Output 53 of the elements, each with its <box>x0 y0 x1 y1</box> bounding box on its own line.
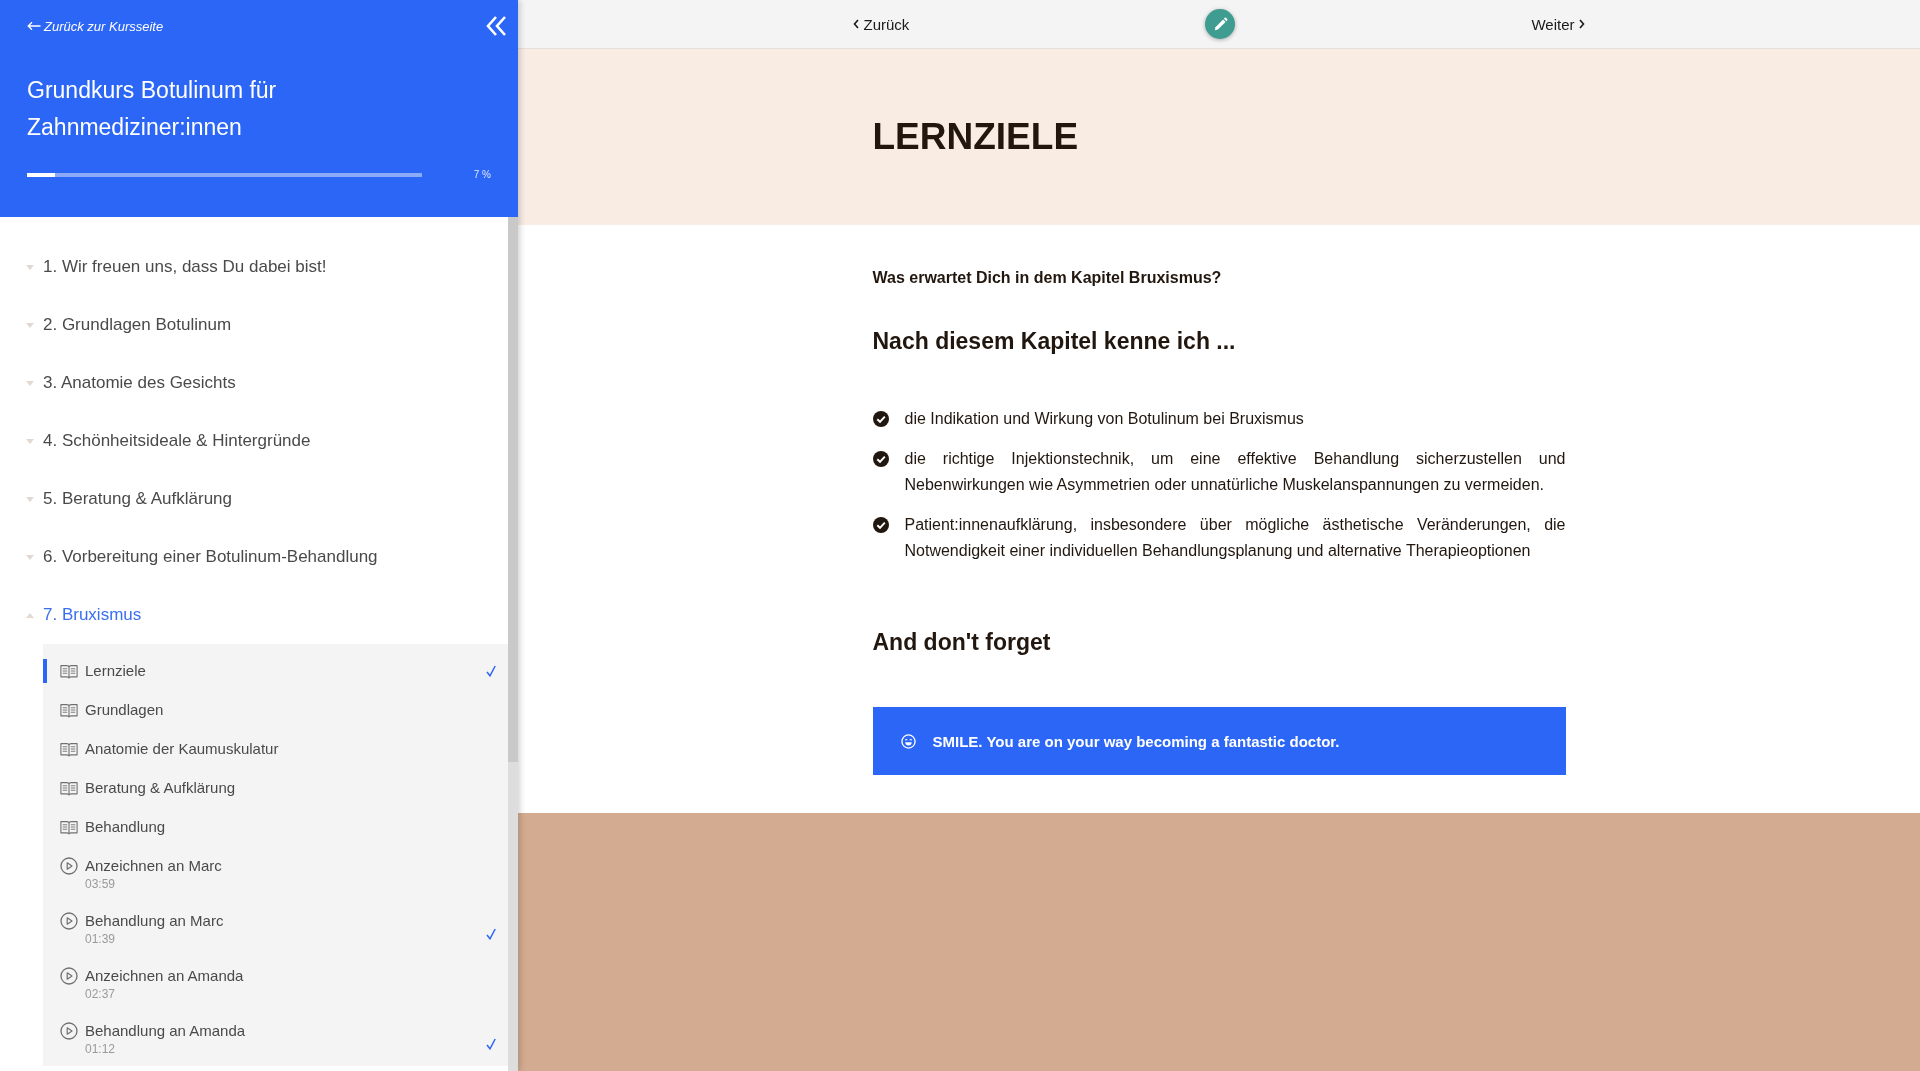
lesson-item[interactable]: Behandlung <box>43 807 508 846</box>
duration-label: 02:37 <box>85 986 117 1002</box>
goal-text: die Indikation und Wirkung von Botulinum bei Bruxismus <box>904 409 1305 429</box>
page-title: LERNZIELE <box>872 115 1079 159</box>
duration-label: 03:59 <box>85 876 117 892</box>
duration-label: 01:39 <box>85 931 117 947</box>
lesson-item[interactable]: Grundlagen <box>43 690 508 729</box>
chapter-item[interactable]: 7. Bruxismus <box>0 586 508 644</box>
goal-text: die richtige Injektionstechnik, um eine effektive Behandlung sicherzustellen und Nebenwirkungen wie Asymmetrien oder unnatürliche Muskelanspannungen zu vermeiden. <box>904 449 1566 495</box>
chapter-item[interactable]: 2. Grundlagen Botulinum <box>0 296 508 354</box>
section-heading: Nach diesem Kapitel kenne ich ... <box>872 327 1236 356</box>
book-icon <box>60 818 78 835</box>
lesson-item[interactable]: Anzeichnen an Marc 03:59 <box>43 846 508 901</box>
play-circle-icon <box>60 967 78 985</box>
book-icon <box>60 701 78 718</box>
chevron-right-icon <box>1579 19 1586 29</box>
chapter-item[interactable]: 6. Vorbereitung einer Botulinum-Behandlung <box>0 528 508 586</box>
chapter-item[interactable]: 5. Beratung & Aufklärung <box>0 470 508 528</box>
lesson-item[interactable]: Anatomie der Kaumuskulatur <box>43 729 508 768</box>
progress-label: 7 % <box>473 169 491 180</box>
lesson-item[interactable]: Lernziele <box>43 651 508 690</box>
pencil-icon <box>1212 16 1228 32</box>
course-title: Grundkurs Botulinum für Zahnmediziner:innen <box>27 76 278 142</box>
play-circle-icon <box>60 912 78 930</box>
callout-text: SMILE. You are on your way becoming a fantastic doctor. <box>932 732 1340 750</box>
play-circle-icon <box>60 857 78 875</box>
play-circle-icon <box>60 1022 78 1040</box>
check-circle-icon <box>872 517 889 533</box>
book-icon <box>60 740 78 757</box>
lesson-item[interactable]: Anzeichnen an Amanda 02:37 <box>43 956 508 1011</box>
back-link[interactable]: Zurück zur Kursseite <box>27 18 164 34</box>
arrow-left-icon <box>27 21 41 31</box>
scrollbar[interactable] <box>508 217 518 1071</box>
smiley-icon <box>900 733 916 749</box>
chapter-item[interactable]: 1. Wir freuen uns, dass Du dabei bist! <box>0 238 508 296</box>
goal-text: Patient:innenaufklärung, insbesondere über mögliche ästhetische Veränderungen, die Notwendigkeit einer individuellen Behandlungsplanung und alternative Therapieoptionen <box>904 515 1566 561</box>
next-button[interactable]: Weiter <box>1531 11 1586 37</box>
chapter-item[interactable]: 4. Schönheitsideale & Hintergründe <box>0 412 508 470</box>
lesson-item[interactable]: Behandlung an Marc 01:39 <box>43 901 508 956</box>
check-circle-icon <box>872 411 889 427</box>
book-icon <box>60 779 78 796</box>
duration-label: 01:12 <box>85 1041 117 1057</box>
lesson-item[interactable]: Behandlung an Amanda 01:12 <box>43 1011 508 1066</box>
double-chevron-icon[interactable] <box>486 15 508 37</box>
chevron-left-icon <box>852 19 859 29</box>
lesson-item[interactable]: Beratung & Aufklärung <box>43 768 508 807</box>
book-icon <box>60 662 78 679</box>
edit-button[interactable] <box>1205 9 1236 39</box>
chapter-item[interactable]: 3. Anatomie des Gesichts <box>0 354 508 412</box>
section-heading: And don't forget <box>872 628 1051 657</box>
previous-button[interactable]: Zurück <box>852 11 910 37</box>
check-circle-icon <box>872 451 889 467</box>
intro-text: Was erwartet Dich in dem Kapitel Bruxismus? <box>872 268 1222 288</box>
